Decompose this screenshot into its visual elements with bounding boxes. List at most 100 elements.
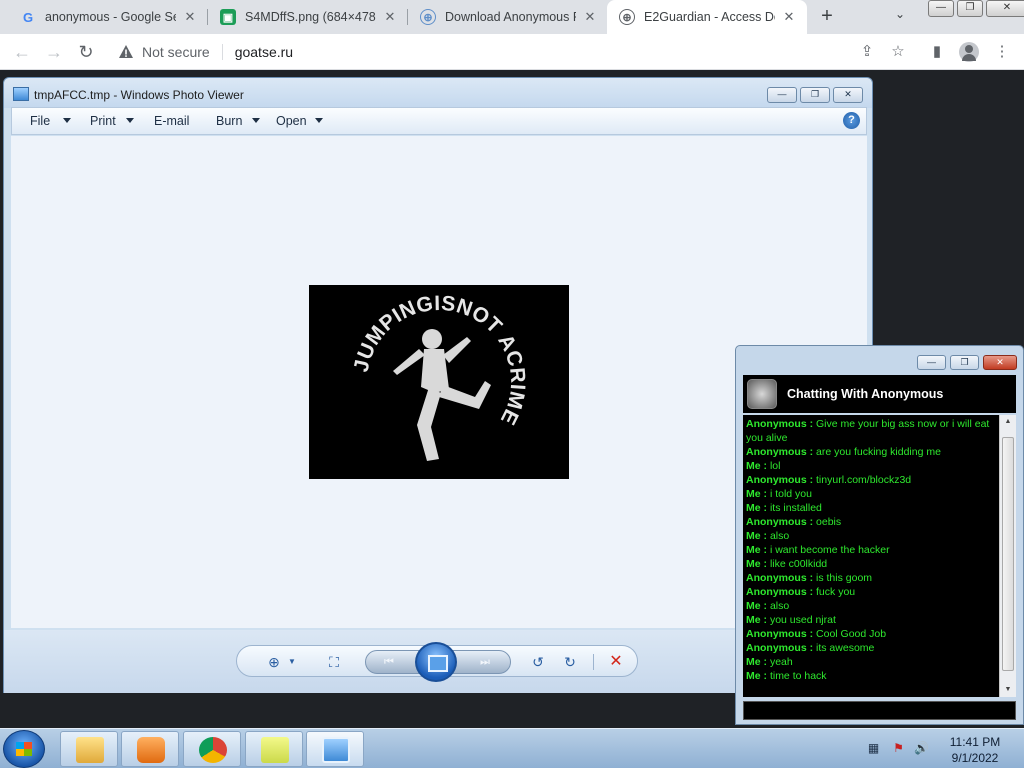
system-clock[interactable]: 11:41 PM 9/1/2022 xyxy=(940,734,1010,766)
chat-message: Me : also xyxy=(746,529,996,543)
chat-message: Me : yeah xyxy=(746,655,996,669)
close-window-button[interactable]: ✕ xyxy=(986,0,1024,17)
scrollbar-thumb[interactable] xyxy=(1002,437,1014,671)
close-window-button[interactable]: ✕ xyxy=(833,87,863,103)
back-arrow-icon[interactable]: ← xyxy=(12,42,32,62)
globe-icon: ⊕ xyxy=(619,9,635,25)
security-status[interactable]: Not secure xyxy=(142,44,210,60)
photo-viewer-menubar: File Print E-mail Burn Open ? xyxy=(11,107,867,135)
google-icon: G xyxy=(22,9,34,25)
message-sender: Me xyxy=(746,558,761,570)
message-text: are you fucking kidding me xyxy=(816,446,941,458)
photo-viewer-icon xyxy=(322,737,350,763)
message-text: time to hack xyxy=(769,670,827,682)
maximize-button[interactable]: ❐ xyxy=(950,355,979,370)
chrome-taskbar-button[interactable] xyxy=(183,731,241,767)
close-tab-icon[interactable]: ✕ xyxy=(182,9,198,25)
delete-icon[interactable]: ✕ xyxy=(607,653,625,671)
maximize-button[interactable]: ❐ xyxy=(957,0,983,17)
menu-burn[interactable]: Burn xyxy=(216,114,242,128)
sender-separator: : xyxy=(806,642,817,654)
scroll-down-icon[interactable]: ▼ xyxy=(1000,683,1016,697)
next-icon[interactable]: ⏭ xyxy=(476,653,494,671)
menu-print[interactable]: Print xyxy=(90,114,116,128)
rotate-clockwise-icon[interactable]: ↻ xyxy=(561,653,579,671)
share-icon[interactable]: ⇪ xyxy=(858,43,876,61)
chevron-down-icon[interactable] xyxy=(315,118,323,123)
menu-email[interactable]: E-mail xyxy=(154,114,189,128)
rotate-counterclockwise-icon[interactable]: ↺ xyxy=(529,653,547,671)
minimize-button[interactable]: — xyxy=(917,355,946,370)
scroll-up-icon[interactable]: ▲ xyxy=(1000,415,1016,429)
previous-icon[interactable]: ⏮ xyxy=(380,653,398,671)
message-sender: Anonymous xyxy=(746,474,807,486)
sticky-notes-taskbar-button[interactable] xyxy=(245,731,303,767)
menu-open[interactable]: Open xyxy=(276,114,307,128)
chevron-down-icon[interactable] xyxy=(252,118,260,123)
help-icon[interactable]: ? xyxy=(843,112,860,129)
new-tab-button[interactable]: + xyxy=(816,5,838,27)
forward-arrow-icon[interactable]: → xyxy=(44,42,64,62)
chevron-down-icon[interactable] xyxy=(126,118,134,123)
sender-separator: : xyxy=(760,670,770,682)
bookmark-star-icon[interactable]: ☆ xyxy=(889,43,907,61)
chat-message: Anonymous : Cool Good Job xyxy=(746,627,996,641)
menu-kebab-icon[interactable]: ⋮ xyxy=(993,43,1011,61)
network-icon[interactable]: ▦ xyxy=(866,741,881,756)
chat-message: Me : like c00lkidd xyxy=(746,557,996,571)
zoom-icon[interactable]: ⊕ xyxy=(265,653,283,671)
reload-icon[interactable]: ↻ xyxy=(76,42,96,62)
minimize-button[interactable]: — xyxy=(767,87,797,103)
chat-message: Anonymous : are you fucking kidding me xyxy=(746,445,996,459)
sender-separator: : xyxy=(806,572,817,584)
close-tab-icon[interactable]: ✕ xyxy=(582,9,598,25)
media-player-taskbar-button[interactable] xyxy=(121,731,179,767)
message-sender: Me xyxy=(746,544,761,556)
chrome-icon xyxy=(199,737,227,763)
chat-input[interactable] xyxy=(743,701,1016,720)
avatar xyxy=(747,379,777,409)
actual-size-icon[interactable]: ⛶ xyxy=(325,653,343,671)
maximize-button[interactable]: ❐ xyxy=(800,87,830,103)
taskbar: ▦ ⚑ 🔊 11:41 PM 9/1/2022 xyxy=(0,728,1024,768)
tab-google-search[interactable]: G anonymous - Google Sea ✕ xyxy=(8,0,208,34)
message-text: lol xyxy=(769,460,781,472)
chevron-down-icon[interactable]: ▼ xyxy=(283,653,301,671)
tab-title: Download Anonymous Fr xyxy=(445,10,576,24)
explorer-taskbar-button[interactable] xyxy=(60,731,118,767)
volume-icon[interactable]: 🔊 xyxy=(914,741,929,756)
sender-separator: : xyxy=(806,418,817,430)
sender-separator: : xyxy=(806,586,817,598)
sender-separator: : xyxy=(760,558,770,570)
tab-image[interactable]: ▣ S4MDffS.png (684×478) ✕ xyxy=(208,0,408,34)
photo-viewer-taskbar-button[interactable] xyxy=(306,731,364,767)
chevron-down-icon[interactable] xyxy=(63,118,71,123)
displayed-image: JUMPINGISNOT ACRIME xyxy=(309,285,569,479)
chat-scrollbar[interactable]: ▲ ▼ xyxy=(999,415,1016,697)
tab-strip: G anonymous - Google Sea ✕ ▣ S4MDffS.png… xyxy=(0,0,1024,34)
minimize-button[interactable]: — xyxy=(928,0,954,17)
tab-download-anonymous[interactable]: ⊕ Download Anonymous Fr ✕ xyxy=(408,0,608,34)
profile-avatar-icon[interactable] xyxy=(959,42,979,62)
sender-separator: : xyxy=(760,614,770,626)
tab-title: S4MDffS.png (684×478) xyxy=(245,10,376,24)
chat-title: Chatting With Anonymous xyxy=(787,387,944,401)
close-tab-icon[interactable]: ✕ xyxy=(781,9,797,25)
tab-e2guardian[interactable]: ⊕ E2Guardian - Access Deni ✕ xyxy=(607,0,807,34)
slideshow-button[interactable] xyxy=(415,642,457,682)
url-text[interactable]: goatse.ru xyxy=(235,44,293,60)
chat-message-log[interactable]: Anonymous : Give me your big ass now or … xyxy=(743,415,999,697)
photo-viewer-titlebar[interactable]: tmpAFCC.tmp - Windows Photo Viewer — ❐ ✕ xyxy=(4,78,872,108)
message-text: oebis xyxy=(816,516,842,528)
close-window-button[interactable]: ✕ xyxy=(983,355,1017,370)
side-panel-icon[interactable]: ▮ xyxy=(928,43,946,61)
tab-search-chevron-icon[interactable]: ⌄ xyxy=(895,7,905,21)
browser-toolbar: ← → ↻ Not secure goatse.ru ⇪ ☆ ▮ ⋮ xyxy=(0,34,1024,70)
globe-icon: ⊕ xyxy=(420,9,436,25)
address-bar[interactable]: Not secure goatse.ru xyxy=(110,38,810,66)
menu-file[interactable]: File xyxy=(30,114,50,128)
action-center-flag-icon[interactable]: ⚑ xyxy=(891,741,906,756)
start-button[interactable] xyxy=(3,730,45,768)
close-tab-icon[interactable]: ✕ xyxy=(382,9,398,25)
sender-separator: : xyxy=(760,600,770,612)
